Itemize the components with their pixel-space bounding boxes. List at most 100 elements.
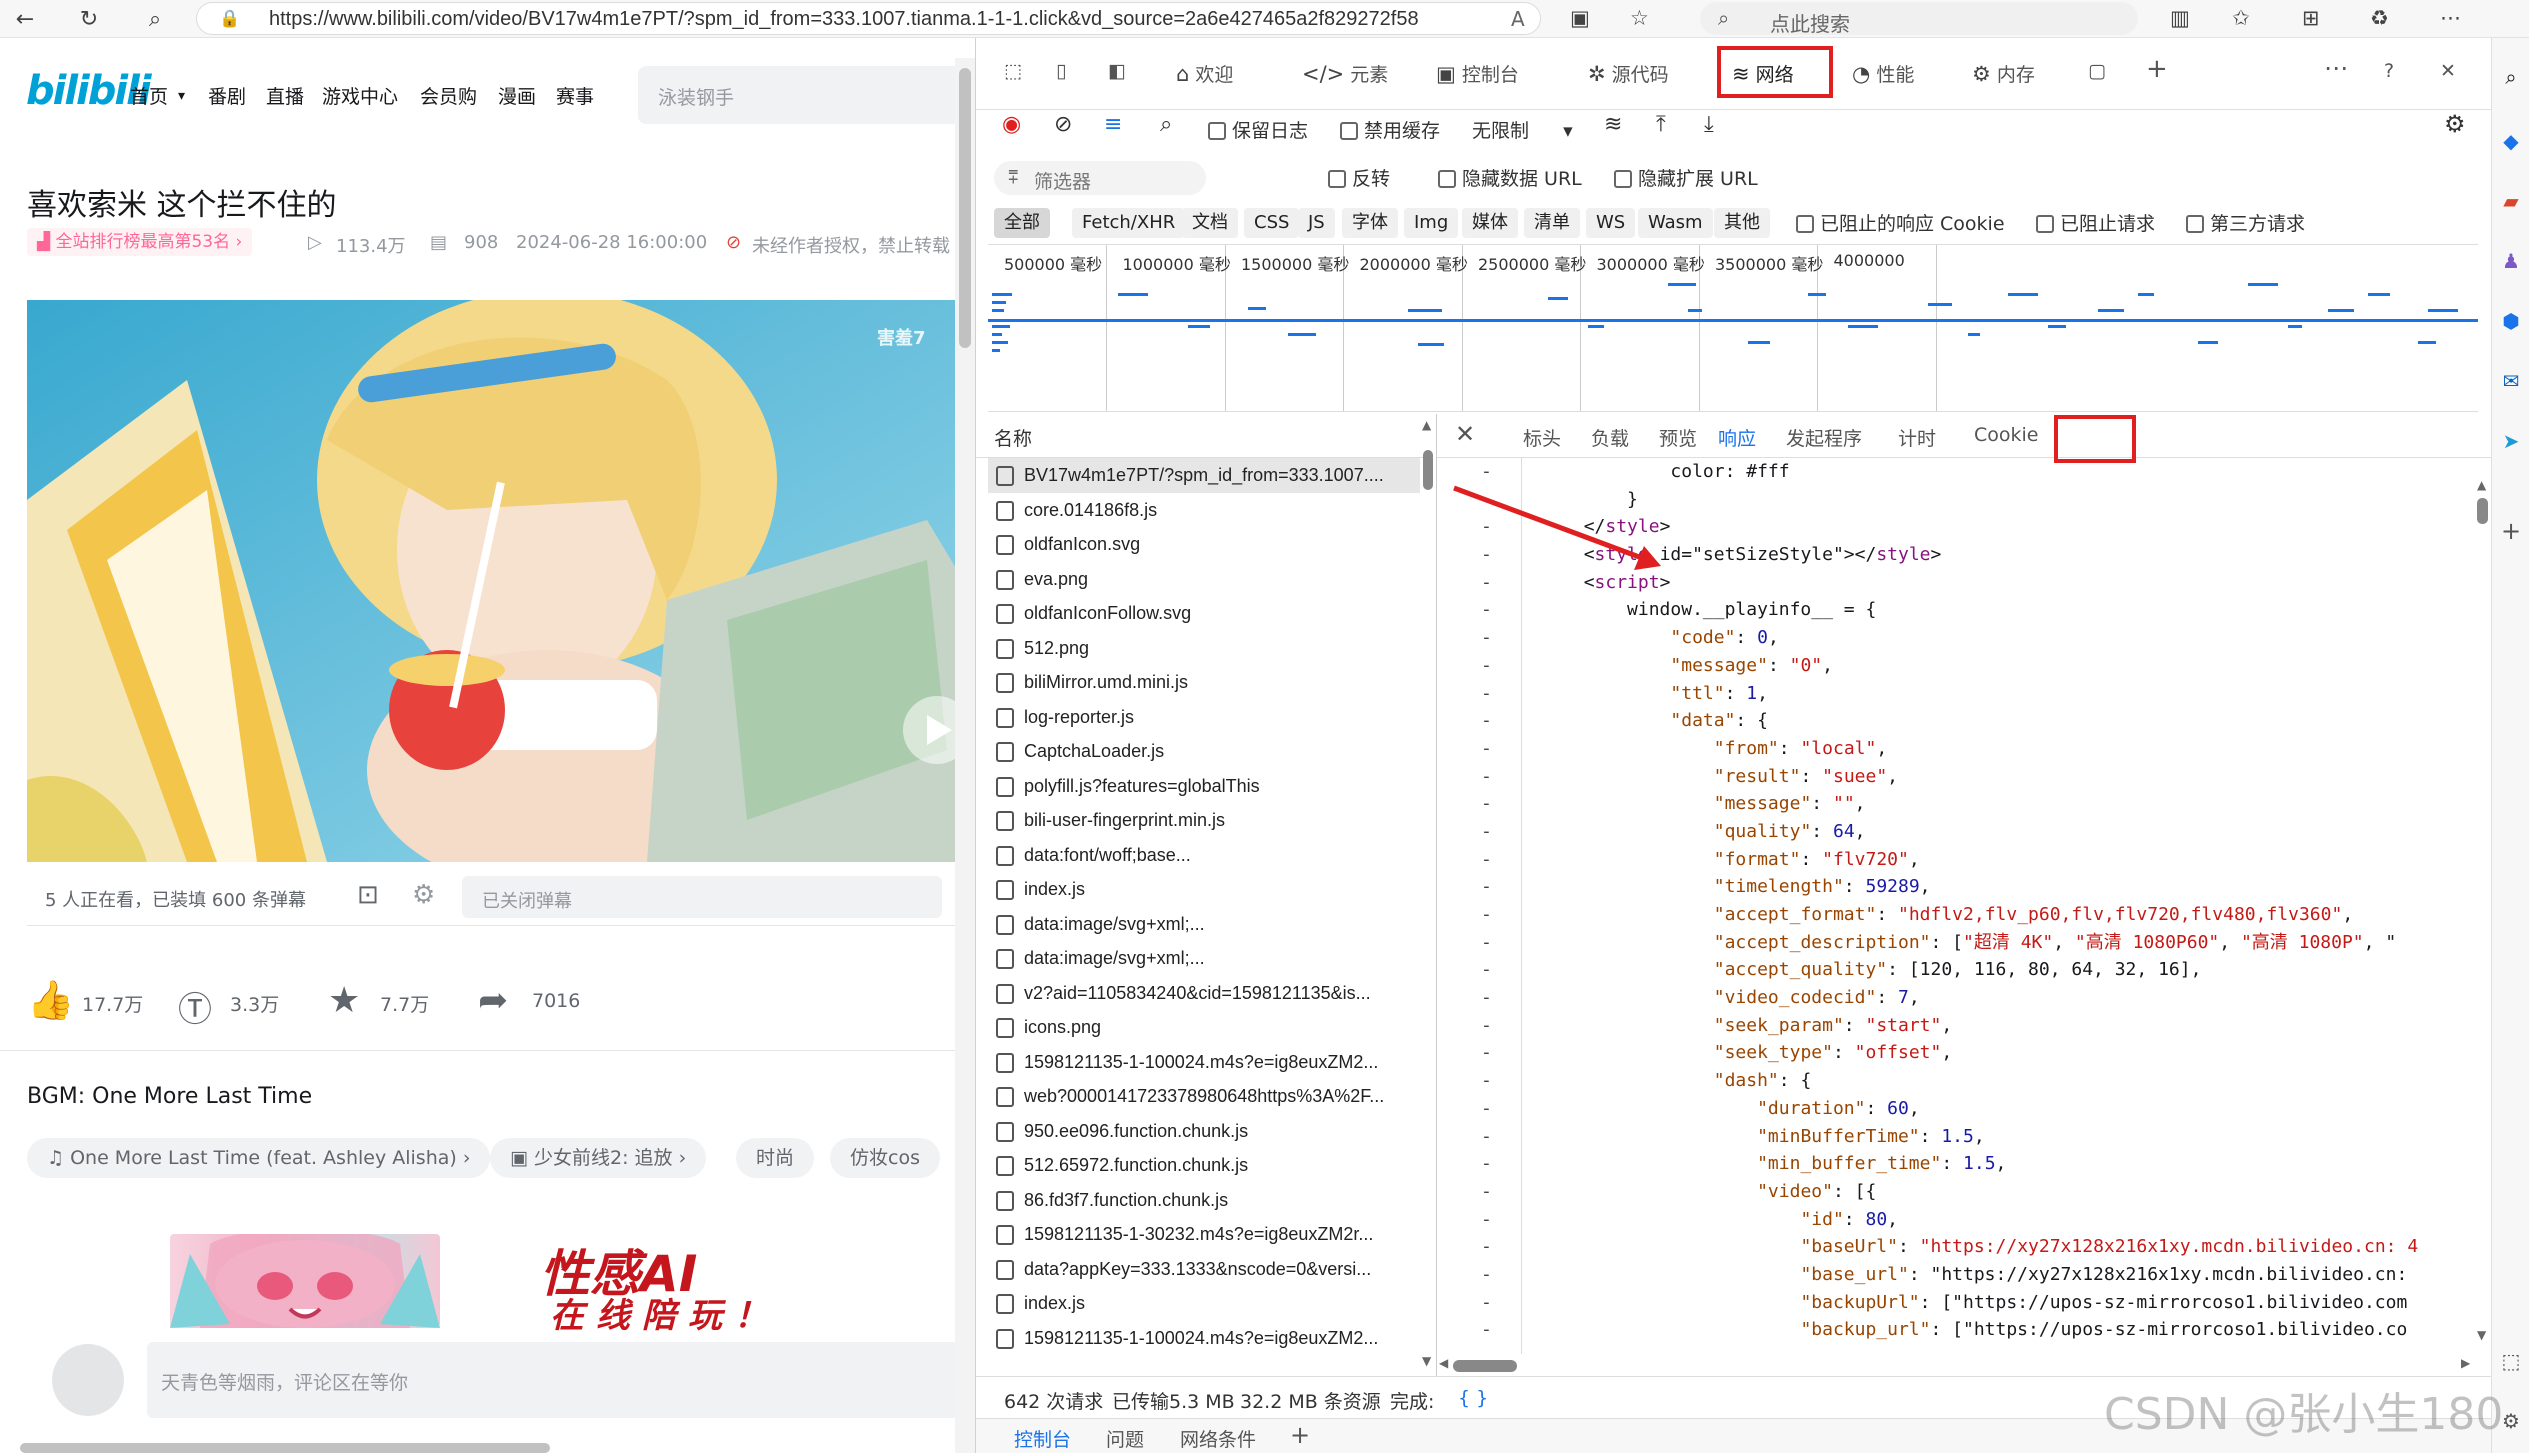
request-row[interactable]: 512.65972.function.chunk.js bbox=[988, 1148, 1420, 1183]
add-tab-icon[interactable]: + bbox=[2146, 54, 2168, 84]
response-body[interactable]: - color: #fff- }- </style>- <style id="s… bbox=[1437, 458, 2472, 1354]
network-overview-timeline[interactable]: 500000 毫秒 1000000 毫秒 1500000 毫秒 2000000 毫秒 2… bbox=[988, 244, 2478, 412]
clear-icon[interactable]: ⊘ bbox=[1054, 112, 1072, 137]
network-conditions-icon[interactable]: ≋ bbox=[1604, 112, 1622, 137]
request-row[interactable]: data:image/svg+xml;... bbox=[988, 907, 1420, 942]
tab-memory[interactable]: ⚙ 内存 bbox=[1972, 60, 2035, 87]
request-row[interactable]: bili-user-fingerprint.min.js bbox=[988, 803, 1420, 838]
tab-initiator[interactable]: 发起程序 bbox=[1786, 424, 1862, 451]
tag-music[interactable]: ♫ One More Last Time (feat. Ashley Alish… bbox=[27, 1138, 491, 1178]
tab-cookie[interactable]: Cookie bbox=[1974, 424, 2039, 446]
invert-checkbox[interactable]: 反转 bbox=[1328, 164, 1390, 191]
comment-input[interactable]: 天青色等烟雨，评论区在等你 bbox=[147, 1342, 975, 1418]
nav-anime[interactable]: 番剧 bbox=[208, 82, 246, 109]
drawer-add-icon[interactable]: + bbox=[1290, 1421, 1310, 1449]
request-row[interactable]: 86.fd3f7.function.chunk.js bbox=[988, 1183, 1420, 1218]
type-ws[interactable]: WS bbox=[1586, 208, 1636, 238]
scrollbar-thumb[interactable] bbox=[1423, 450, 1433, 490]
tag-game[interactable]: ▣ 少女前线2: 追放 › bbox=[490, 1138, 707, 1178]
request-row[interactable]: 950.ee096.function.chunk.js bbox=[988, 1114, 1420, 1149]
tab-timing[interactable]: 计时 bbox=[1898, 424, 1936, 451]
disable-cache-checkbox[interactable]: 禁用缓存 bbox=[1340, 116, 1440, 143]
favorites-icon[interactable]: ✩ bbox=[2232, 6, 2250, 30]
video-icon[interactable]: ▣ bbox=[1570, 6, 1590, 30]
coin-icon[interactable]: Ⓣ bbox=[178, 982, 212, 1031]
type-other[interactable]: 其他 bbox=[1714, 208, 1770, 238]
request-row[interactable]: eva.png bbox=[988, 562, 1420, 597]
tab-preview[interactable]: 预览 bbox=[1659, 424, 1697, 451]
search-icon[interactable]: ⌕ bbox=[2498, 64, 2524, 90]
tab-sources[interactable]: ✲ 源代码 bbox=[1588, 60, 1669, 87]
type-media[interactable]: 媒体 bbox=[1462, 208, 1518, 238]
request-list[interactable]: BV17w4m1e7PT/?spm_id_from=333.1007.... co… bbox=[988, 458, 1420, 1376]
request-row[interactable]: index.js bbox=[988, 1286, 1420, 1321]
request-row[interactable]: data:font/woff;base... bbox=[988, 838, 1420, 873]
close-detail-icon[interactable]: ✕ bbox=[1455, 420, 1475, 448]
blocked-requests-checkbox[interactable]: 已阻止请求 bbox=[2036, 209, 2155, 236]
nav-shop[interactable]: 会员购 bbox=[420, 82, 477, 109]
request-row[interactable]: log-reporter.js bbox=[988, 700, 1420, 735]
throttle-select[interactable]: 无限制 ▾ bbox=[1472, 116, 1573, 143]
help-icon[interactable]: ? bbox=[2384, 60, 2394, 82]
request-row[interactable]: oldfanIcon.svg bbox=[988, 527, 1420, 562]
favorite-icon[interactable]: ★ bbox=[328, 980, 360, 1021]
import-icon[interactable]: ⤒ bbox=[1656, 112, 1666, 137]
type-css[interactable]: CSS bbox=[1244, 208, 1300, 238]
request-row[interactable]: BV17w4m1e7PT/?spm_id_from=333.1007.... bbox=[988, 458, 1420, 493]
split-screen-icon[interactable]: ▥ bbox=[2170, 6, 2190, 30]
address-bar[interactable]: 🔒 https://www.bilibili.com/video/BV17w4m… bbox=[196, 2, 1541, 35]
people-icon[interactable]: ♟ bbox=[2498, 248, 2524, 274]
browser-search-box[interactable]: ⌕ 点此搜索 bbox=[1700, 2, 2138, 36]
search-icon[interactable]: ⌕ bbox=[1160, 112, 1172, 137]
nav-esports[interactable]: 赛事 bbox=[556, 82, 594, 109]
third-party-checkbox[interactable]: 第三方请求 bbox=[2186, 209, 2305, 236]
tab-response[interactable]: 响应 bbox=[1718, 424, 1756, 451]
request-row[interactable]: web?0000141723378980648https%3A%2F... bbox=[988, 1079, 1420, 1114]
request-row[interactable]: data:image/svg+xml;... bbox=[988, 941, 1420, 976]
request-row[interactable]: polyfill.js?features=globalThis bbox=[988, 769, 1420, 804]
pretty-print-button[interactable]: { } bbox=[1458, 1387, 1488, 1409]
request-row[interactable]: oldfanIconFollow.svg bbox=[988, 596, 1420, 631]
tab-welcome[interactable]: ⌂ 欢迎 bbox=[1176, 60, 1233, 87]
like-icon[interactable]: 👍 bbox=[27, 978, 74, 1023]
request-row[interactable]: 1598121135-1-100024.m4s?e=ig8euxZM2... bbox=[988, 1045, 1420, 1080]
collections-icon[interactable]: ⊞ bbox=[2302, 6, 2320, 30]
request-row[interactable]: biliMirror.umd.mini.js bbox=[988, 665, 1420, 700]
tab-console[interactable]: ▣ 控制台 bbox=[1436, 60, 1519, 87]
more-icon[interactable]: ⋯ bbox=[2324, 54, 2348, 82]
type-wasm[interactable]: Wasm bbox=[1638, 208, 1713, 238]
device-toolbar-icon[interactable]: ▯ bbox=[1056, 60, 1066, 82]
request-row[interactable]: 512.png bbox=[988, 631, 1420, 666]
tag-cosplay[interactable]: 仿妆cos bbox=[830, 1138, 940, 1178]
dock-icon[interactable]: ◧ bbox=[1108, 60, 1126, 82]
blocked-cookies-checkbox[interactable]: 已阻止的响应 Cookie bbox=[1796, 209, 2005, 236]
danmaku-settings-icon[interactable]: ⚙ bbox=[412, 880, 435, 910]
settings-gear-icon[interactable]: ⚙ bbox=[2444, 110, 2466, 138]
close-icon[interactable]: ✕ bbox=[2440, 60, 2456, 82]
refresh-icon[interactable]: ↻ bbox=[70, 0, 108, 38]
tab-headers[interactable]: 标头 bbox=[1523, 424, 1561, 451]
filter-input[interactable]: ⩱ 筛选器 bbox=[994, 161, 1206, 195]
nav-manga[interactable]: 漫画 bbox=[498, 82, 536, 109]
request-row[interactable]: index.js bbox=[988, 872, 1420, 907]
page-scrollbar[interactable] bbox=[955, 58, 975, 1453]
extensions-icon[interactable]: ♻ bbox=[2370, 6, 2389, 30]
tab-payload[interactable]: 负载 bbox=[1591, 424, 1629, 451]
request-row[interactable]: 1598121135-1-100024.m4s?e=ig8euxZM2... bbox=[988, 1321, 1420, 1356]
request-row[interactable]: core.014186f8.js bbox=[988, 493, 1420, 528]
nav-live[interactable]: 直播 bbox=[266, 82, 304, 109]
danmaku-input[interactable]: 已关闭弹幕 bbox=[462, 876, 942, 918]
outlook-icon[interactable]: ✉ bbox=[2498, 368, 2524, 394]
rank-badge[interactable]: ▟ 全站排行榜最高第53名 › bbox=[27, 228, 253, 256]
scrollbar-thumb[interactable] bbox=[959, 68, 971, 348]
horizontal-scrollbar[interactable] bbox=[20, 1443, 550, 1453]
nav-game[interactable]: 游戏中心 bbox=[322, 82, 398, 109]
filter-icon[interactable]: ≡ bbox=[1104, 112, 1122, 137]
preserve-log-checkbox[interactable]: 保留日志 bbox=[1208, 116, 1308, 143]
add-icon[interactable]: + bbox=[2498, 518, 2524, 544]
type-doc[interactable]: 文档 bbox=[1182, 208, 1238, 238]
scrollbar-thumb[interactable] bbox=[2477, 498, 2488, 524]
advertisement-banner[interactable]: 性感AI 在线陪玩！ bbox=[170, 1229, 850, 1336]
tab-performance[interactable]: ◔ 性能 bbox=[1852, 60, 1914, 87]
response-vertical-scrollbar[interactable]: ▲ ▼ bbox=[2473, 458, 2492, 1354]
